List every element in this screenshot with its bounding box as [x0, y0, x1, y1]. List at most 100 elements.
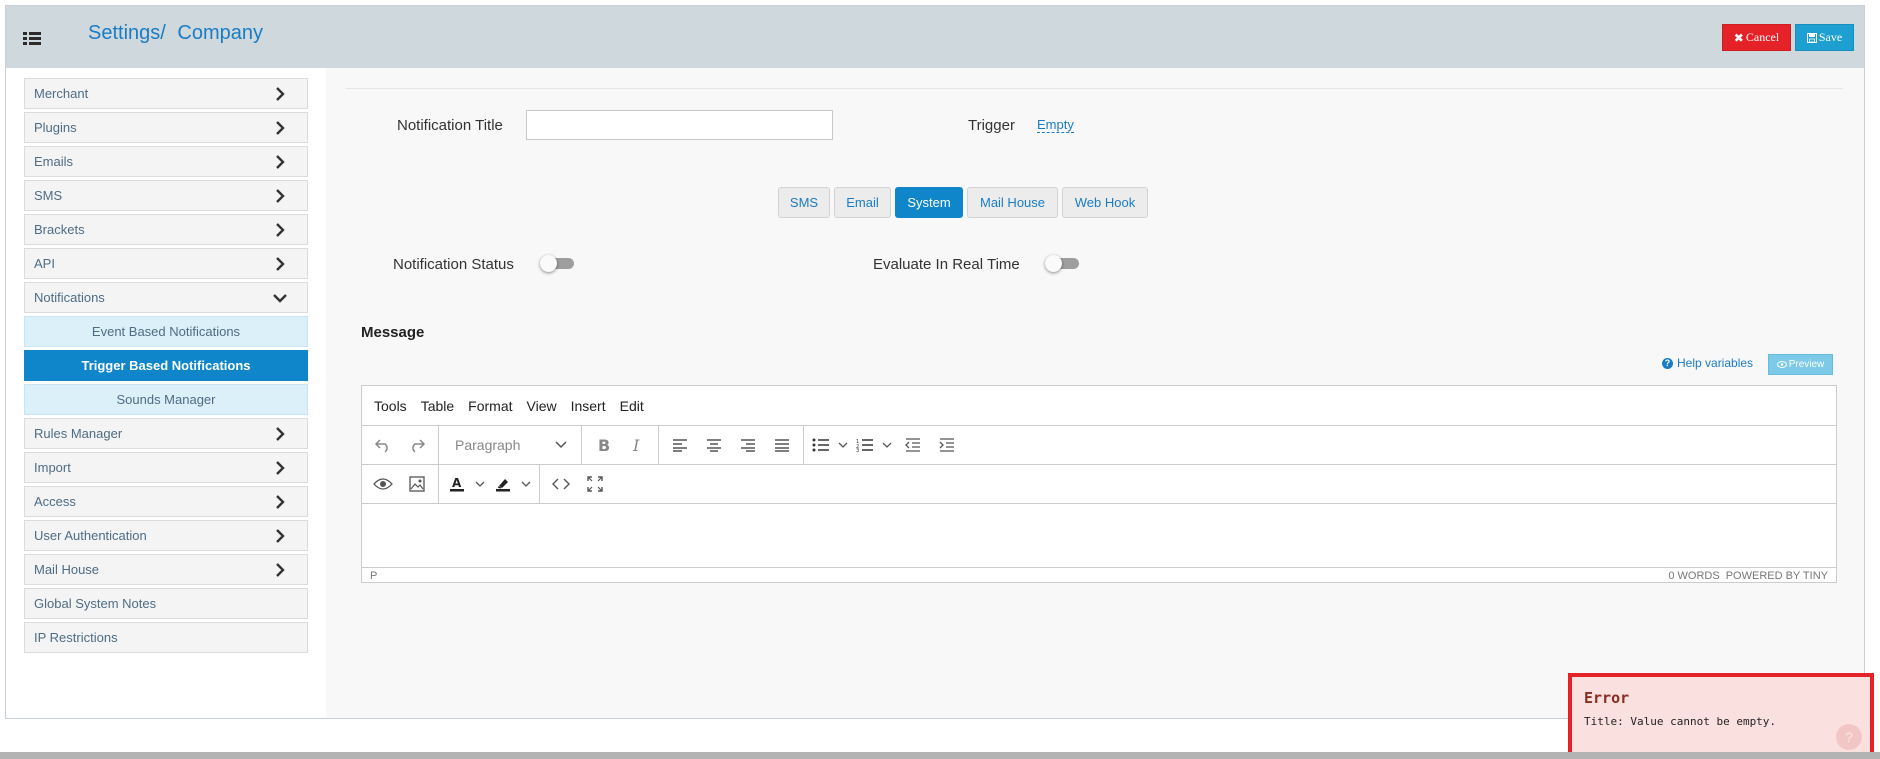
image-icon[interactable] [402, 470, 432, 498]
menu-edit[interactable]: Edit [620, 398, 644, 414]
help-bubble-icon[interactable]: ? [1836, 724, 1862, 750]
save-button[interactable]: Save [1795, 24, 1854, 51]
chevron-down-icon [882, 442, 892, 448]
editor-content-area[interactable] [362, 503, 1836, 567]
bullet-list-dropdown[interactable] [836, 431, 850, 459]
undo-icon[interactable] [368, 431, 398, 459]
bottom-scrollbar[interactable] [0, 752, 1880, 759]
svg-text:3: 3 [856, 448, 859, 452]
chevron-right-icon [276, 529, 285, 543]
align-right-icon[interactable] [733, 431, 763, 459]
italic-icon[interactable]: I [622, 431, 652, 459]
menu-view[interactable]: View [527, 398, 557, 414]
sidebar-item-mail-house[interactable]: Mail House [24, 554, 308, 585]
sidebar-item-import[interactable]: Import [24, 452, 308, 483]
help-variables-link[interactable]: ? Help variables [1662, 356, 1753, 370]
sidebar-item-brackets[interactable]: Brackets [24, 214, 308, 245]
element-path[interactable]: P [370, 570, 377, 582]
tab-email[interactable]: Email [834, 187, 891, 218]
rich-text-editor: Tools Table Format View Insert Edit Para… [361, 385, 1837, 583]
error-toast[interactable]: Error Title: Value cannot be empty. ? [1568, 673, 1874, 756]
sidebar-item-label: Mail House [34, 562, 100, 577]
sidebar-item-rules-manager[interactable]: Rules Manager [24, 418, 308, 449]
preview-button[interactable]: Preview [1768, 354, 1833, 375]
evaluate-real-time-toggle[interactable] [1045, 255, 1081, 272]
chevron-right-icon [276, 461, 285, 475]
tab-system[interactable]: System [895, 187, 963, 218]
editor-toolbar-row-1: Paragraph B I 123 [362, 425, 1836, 464]
breadcrumb-settings[interactable]: Settings/ [88, 22, 166, 44]
breadcrumb-company[interactable]: Company [177, 22, 263, 44]
sidebar-subitem-event-based[interactable]: Event Based Notifications [24, 316, 308, 347]
menu-toggle-icon[interactable] [23, 32, 41, 46]
sidebar-item-access[interactable]: Access [24, 486, 308, 517]
chevron-right-icon [276, 155, 285, 169]
color-group: A [439, 465, 540, 503]
close-icon: ✖ [1733, 30, 1744, 45]
menu-insert[interactable]: Insert [571, 398, 606, 414]
sidebar-item-label: Brackets [34, 222, 85, 237]
preview-image-group [362, 465, 439, 503]
sidebar-item-ip-restrictions[interactable]: IP Restrictions [24, 622, 308, 653]
sidebar-item-label: SMS [34, 188, 63, 203]
editor-toolbar-row-2: A [362, 464, 1836, 503]
text-color-dropdown[interactable] [473, 470, 487, 498]
breadcrumb: Settings/ Company [88, 22, 263, 45]
sidebar-item-notifications[interactable]: Notifications [24, 282, 308, 313]
bold-icon[interactable]: B [588, 431, 618, 459]
outdent-icon[interactable] [898, 431, 928, 459]
notification-title-input[interactable] [526, 110, 833, 140]
sidebar-subitem-sounds-manager[interactable]: Sounds Manager [24, 384, 308, 415]
align-justify-icon[interactable] [767, 431, 797, 459]
tab-web-hook[interactable]: Web Hook [1062, 187, 1148, 218]
header-bar: Settings/ Company ✖ Cancel Save [6, 6, 1864, 68]
sidebar-item-api[interactable]: API [24, 248, 308, 279]
sidebar-item-plugins[interactable]: Plugins [24, 112, 308, 143]
chevron-right-icon [276, 257, 285, 271]
chevron-right-icon [276, 189, 285, 203]
preview-eye-icon[interactable] [368, 470, 398, 498]
numbered-list-dropdown[interactable] [880, 431, 894, 459]
sidebar-item-label: Plugins [34, 120, 77, 135]
notification-status-toggle[interactable] [540, 255, 576, 272]
toast-message: Title: Value cannot be empty. [1584, 715, 1777, 728]
help-variables-label: Help variables [1677, 356, 1754, 370]
fullscreen-icon[interactable] [580, 470, 610, 498]
sidebar-subitem-trigger-based[interactable]: Trigger Based Notifications [24, 350, 308, 381]
sidebar-item-merchant[interactable]: Merchant [24, 78, 308, 109]
tab-sms[interactable]: SMS [778, 187, 830, 218]
message-heading: Message [361, 324, 425, 341]
block-format-select[interactable]: Paragraph [445, 431, 575, 459]
menu-tools[interactable]: Tools [374, 398, 407, 414]
settings-sidebar: Merchant Plugins Emails SMS Brackets API… [6, 68, 326, 718]
menu-table[interactable]: Table [421, 398, 454, 414]
sidebar-item-sms[interactable]: SMS [24, 180, 308, 211]
sidebar-item-label: Notifications [34, 290, 105, 305]
trigger-value-link[interactable]: Empty [1037, 117, 1074, 133]
highlight-color-icon[interactable] [491, 470, 515, 498]
sidebar-item-user-authentication[interactable]: User Authentication [24, 520, 308, 551]
chevron-down-icon [475, 481, 485, 487]
sidebar-item-emails[interactable]: Emails [24, 146, 308, 177]
tab-mail-house[interactable]: Mail House [967, 187, 1058, 218]
word-count[interactable]: 0 WORDS [1668, 570, 1719, 582]
source-code-icon[interactable] [546, 470, 576, 498]
menu-format[interactable]: Format [468, 398, 512, 414]
bullet-list-icon[interactable] [810, 431, 832, 459]
align-left-icon[interactable] [665, 431, 695, 459]
cancel-button-label: Cancel [1745, 30, 1780, 44]
highlight-color-dropdown[interactable] [519, 470, 533, 498]
align-center-icon[interactable] [699, 431, 729, 459]
powered-by-link[interactable]: POWERED BY TINY [1726, 570, 1828, 582]
notification-title-label: Notification Title [397, 117, 503, 134]
sidebar-item-global-system-notes[interactable]: Global System Notes [24, 588, 308, 619]
editor-statusbar: P 0 WORDS POWERED BY TINY [362, 567, 1836, 583]
indent-icon[interactable] [932, 431, 962, 459]
cancel-button[interactable]: ✖ Cancel [1722, 24, 1791, 51]
redo-icon[interactable] [402, 431, 432, 459]
sidebar-item-label: Merchant [34, 86, 89, 101]
sidebar-item-label: Emails [34, 154, 74, 169]
text-color-icon[interactable]: A [445, 470, 469, 498]
trigger-label: Trigger [968, 117, 1015, 134]
numbered-list-icon[interactable]: 123 [854, 431, 876, 459]
